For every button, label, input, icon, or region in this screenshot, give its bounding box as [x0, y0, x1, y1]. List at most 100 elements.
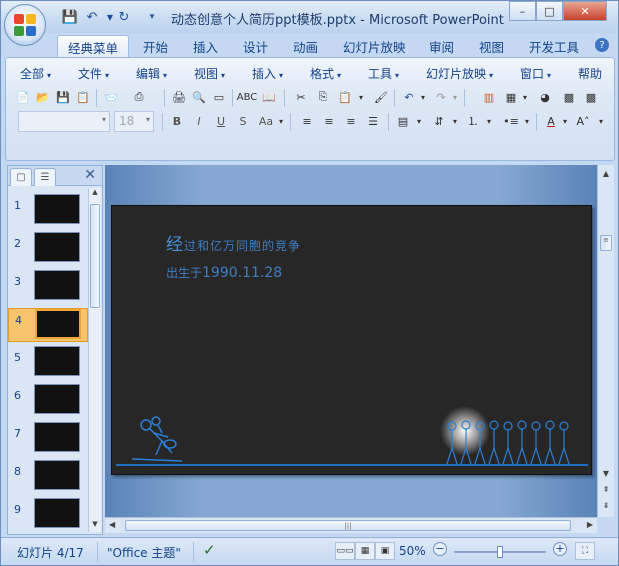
scroll-up-icon[interactable]: ▲ [600, 169, 612, 178]
increase-font-dropdown-icon[interactable]: ▾ [596, 112, 606, 130]
menu-edit[interactable]: 编辑 ▾ [136, 65, 167, 82]
spelling-icon[interactable]: ABC [237, 88, 258, 106]
tab-review[interactable]: 审阅 [429, 37, 454, 57]
menu-help[interactable]: 帮助 [578, 65, 602, 82]
slide-thumbnail[interactable]: 2 [8, 232, 88, 266]
maximize-button[interactable]: □ [536, 1, 563, 21]
slide-preview-icon[interactable]: ▭ [210, 88, 228, 106]
menu-file[interactable]: 文件 ▾ [78, 65, 109, 82]
numbering-icon[interactable]: ⒈ [464, 112, 482, 130]
font-name-select[interactable]: ▾ [18, 111, 110, 132]
zoom-level[interactable]: 50% [399, 544, 426, 558]
slide-thumbnail[interactable]: 3 [8, 270, 88, 304]
table-icon[interactable]: ▦ [502, 88, 520, 106]
bullets-dropdown-icon[interactable]: ▾ [522, 112, 532, 130]
tab-view[interactable]: 视图 [479, 37, 504, 57]
quick-print-icon[interactable]: 🖨 [170, 88, 188, 106]
print-icon[interactable]: ⎙ [130, 88, 148, 106]
slide-thumbnail[interactable]: 6 [8, 384, 88, 418]
redo-icon[interactable]: ↻ [115, 8, 133, 26]
zoom-slider[interactable] [454, 546, 546, 558]
hyperlink-icon[interactable]: ◕ [536, 88, 554, 106]
scroll-right-icon[interactable]: ▶ [587, 520, 593, 529]
scroll-thumb[interactable]: ||| [125, 520, 571, 531]
numbering-dropdown-icon[interactable]: ▾ [484, 112, 494, 130]
table-dropdown-icon[interactable]: ▾ [520, 88, 530, 106]
menu-format[interactable]: 格式 ▾ [310, 65, 341, 82]
cut-icon[interactable]: ✂ [292, 88, 310, 106]
tab-design[interactable]: 设计 [243, 37, 268, 57]
save-icon[interactable]: 💾 [54, 88, 72, 106]
tab-insert[interactable]: 插入 [193, 37, 218, 57]
open-folder-icon[interactable]: 📂 [34, 88, 52, 106]
menu-window[interactable]: 窗口 ▾ [520, 65, 551, 82]
undo-icon[interactable]: ↶ [83, 8, 101, 26]
minimize-button[interactable]: – [509, 1, 536, 21]
slide-thumbnail[interactable]: 1 [8, 194, 88, 228]
paste-icon[interactable]: 📋 [336, 88, 354, 106]
slide-thumbnail[interactable]: 7 [8, 422, 88, 456]
bold-button[interactable]: B [168, 112, 186, 130]
zoom-slider-thumb[interactable] [497, 546, 503, 558]
font-color-icon[interactable]: A [542, 112, 560, 130]
normal-view-icon[interactable]: ▭▭ [335, 542, 355, 560]
slide-sorter-icon[interactable]: ▦ [355, 542, 375, 560]
research-icon[interactable]: 📖 [260, 88, 278, 106]
slide-thumbnail[interactable]: 9 [8, 498, 88, 532]
zoom-in-icon[interactable]: + [553, 542, 567, 556]
undo-icon[interactable]: ↶ [400, 88, 418, 106]
align-right-icon[interactable]: ≡ [342, 112, 360, 130]
outline-tab-icon[interactable]: ☰ [34, 168, 56, 186]
copy-icon[interactable]: ⎘ [314, 88, 332, 106]
shadow-button[interactable]: S [234, 112, 252, 130]
case-dropdown-icon[interactable]: ▾ [276, 112, 286, 130]
menu-slideshow[interactable]: 幻灯片放映 ▾ [426, 65, 493, 82]
spellcheck-icon[interactable]: ✓ [203, 541, 216, 559]
current-slide[interactable]: 经过和亿万同胞的竞争 出生于1990.11.28 [111, 205, 592, 475]
next-slide-icon[interactable]: ⇟ [600, 501, 612, 510]
slide-thumbnail[interactable]: 8 [8, 460, 88, 494]
columns-icon[interactable]: ▤ [394, 112, 412, 130]
save-icon[interactable]: 💾 [61, 8, 79, 26]
color-grayscale-icon[interactable]: ▩ [560, 88, 578, 106]
slides-tab-icon[interactable]: ▢ [10, 168, 32, 186]
menu-all[interactable]: 全部 ▾ [20, 65, 51, 82]
help-icon[interactable]: ? [595, 38, 609, 52]
undo-dropdown-icon[interactable]: ▾ [418, 88, 428, 106]
menu-tools[interactable]: 工具 ▾ [368, 65, 399, 82]
slide-thumbnail[interactable]: 4 [8, 308, 88, 342]
tab-developer[interactable]: 开发工具 [529, 37, 579, 57]
close-icon[interactable]: ✕ [84, 167, 96, 183]
change-case-button[interactable]: Aa [256, 112, 276, 130]
slides-panel-scrollbar[interactable]: ▲ ▼ [88, 188, 101, 532]
bullets-icon[interactable]: •≡ [502, 112, 520, 130]
slide-design-icon[interactable]: ▩ [582, 88, 600, 106]
vertical-scrollbar[interactable]: ▲ ≡ ▼ ⇞ ⇟ [597, 165, 614, 517]
font-color-dropdown-icon[interactable]: ▾ [560, 112, 570, 130]
print-preview-icon[interactable]: 🔍 [190, 88, 208, 106]
close-button[interactable]: ✕ [563, 1, 607, 21]
align-left-icon[interactable]: ≡ [298, 112, 316, 130]
tab-animation[interactable]: 动画 [293, 37, 318, 57]
fit-to-window-icon[interactable]: ⛶ [575, 542, 595, 560]
scroll-thumb[interactable]: ≡ [600, 235, 612, 251]
previous-slide-icon[interactable]: ⇞ [600, 485, 612, 494]
text-direction-dropdown-icon[interactable]: ▾ [450, 112, 460, 130]
slideshow-view-icon[interactable]: ▣ [375, 542, 395, 560]
new-document-icon[interactable]: 📄 [14, 88, 32, 106]
underline-button[interactable]: U [212, 112, 230, 130]
paste-dropdown-icon[interactable]: ▾ [356, 88, 366, 106]
italic-button[interactable]: I [190, 112, 208, 130]
permission-icon[interactable]: 📋 [74, 88, 92, 106]
tab-home[interactable]: 开始 [143, 37, 168, 57]
align-center-icon[interactable]: ≡ [320, 112, 338, 130]
menu-view[interactable]: 视图 ▾ [194, 65, 225, 82]
slide-thumbnail[interactable]: 5 [8, 346, 88, 380]
format-painter-icon[interactable]: 🖌 [372, 88, 390, 106]
scroll-thumb[interactable] [90, 204, 100, 308]
tab-slideshow[interactable]: 幻灯片放映 [343, 37, 406, 57]
tab-classic-menu[interactable]: 经典菜单 [57, 35, 130, 57]
text-direction-icon[interactable]: ⇵ [430, 112, 448, 130]
chart-icon[interactable]: ▥ [480, 88, 498, 106]
scroll-down-icon[interactable]: ▼ [90, 520, 100, 532]
